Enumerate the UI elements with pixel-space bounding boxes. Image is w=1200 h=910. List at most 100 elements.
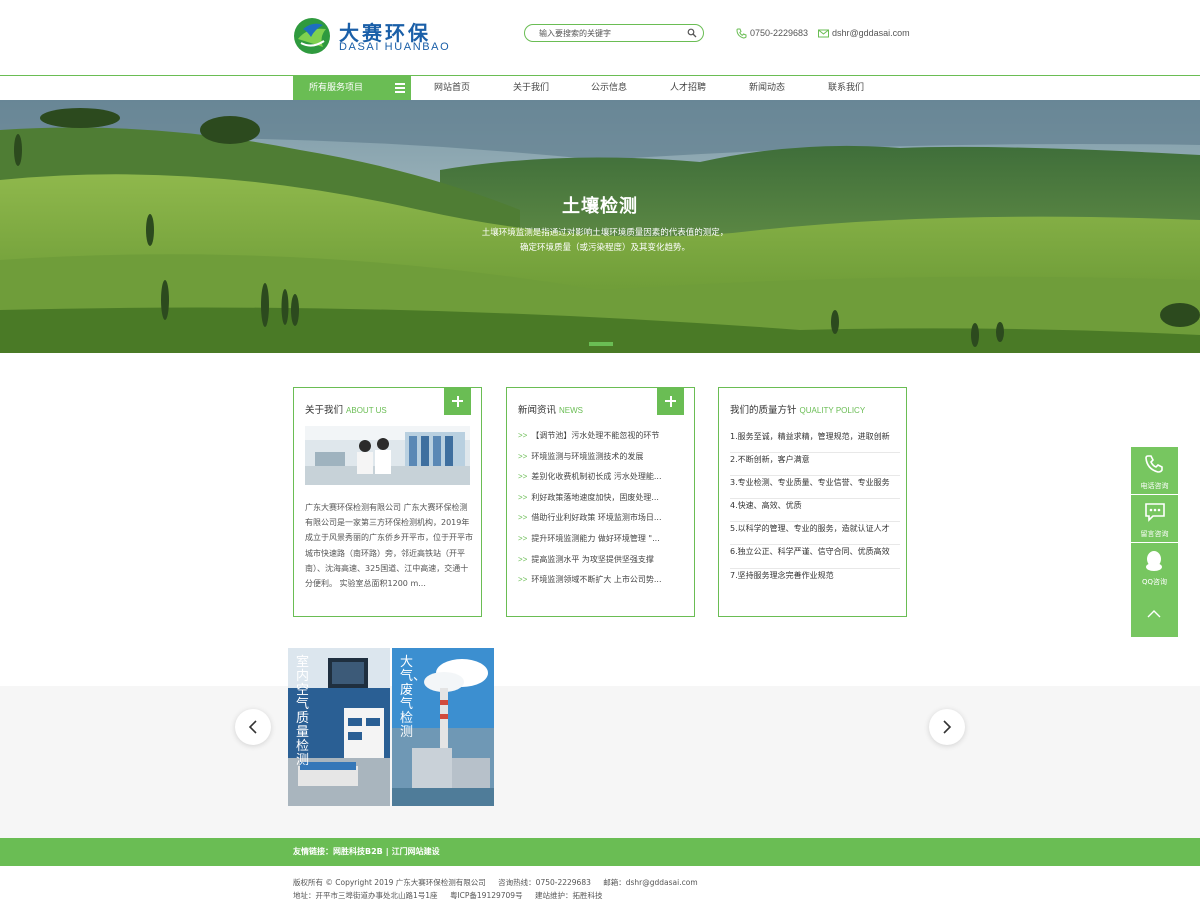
news-item[interactable]: >> 环境监测与环境监测技术的发展 bbox=[518, 451, 688, 472]
news-item[interactable]: >> 提升环境监测能力 做好环境管理 "... bbox=[518, 533, 688, 554]
about-more-button[interactable] bbox=[444, 388, 471, 415]
nav-news[interactable]: 新闻动态 bbox=[749, 76, 785, 100]
carousel-next-button[interactable] bbox=[929, 709, 965, 745]
news-item-text: 利好政策落地速度加快，固废处理... bbox=[531, 492, 659, 502]
news-title-en: NEWS bbox=[559, 406, 584, 415]
news-arrow: >> bbox=[518, 451, 528, 461]
friend-link[interactable]: 网胜科技B2B bbox=[333, 847, 383, 856]
news-item-text: 提高监测水平 为攻坚提供坚强支撑 bbox=[531, 554, 654, 564]
service-tile-air-gas[interactable]: 大气、废气检测 bbox=[392, 648, 494, 806]
side-qq-consult[interactable]: QQ咨询 bbox=[1131, 543, 1178, 590]
policy-item: 3.专业检测、专业质量、专业信誉、专业服务 bbox=[730, 476, 900, 500]
side-message-label: 留言咨询 bbox=[1140, 530, 1169, 538]
banner-pagination-dot[interactable] bbox=[589, 342, 613, 346]
side-phone-consult[interactable]: 电话咨询 bbox=[1131, 447, 1178, 494]
banner-desc-line2: 确定环境质量（或污染程度）及其变化趋势。 bbox=[519, 243, 690, 253]
search-icon[interactable] bbox=[687, 28, 697, 38]
header: 大赛环保 DASAI HUANBAO 0750-2229683 dshr@gdd… bbox=[0, 0, 1200, 76]
news-more-button[interactable] bbox=[657, 388, 684, 415]
footer-row-1: 版权所有 © Copyright 2019 广东大赛环保检测有限公司 咨询热线：… bbox=[293, 876, 913, 889]
news-item-text: 差别化收费机制初长成 污水处理能... bbox=[531, 472, 662, 482]
search-input[interactable] bbox=[539, 26, 679, 40]
back-to-top-button[interactable] bbox=[1131, 590, 1178, 637]
news-arrow: >> bbox=[518, 575, 528, 585]
friend-link[interactable]: 江门网站建设 bbox=[392, 847, 440, 856]
news-item-text: 提升环境监测能力 做好环境管理 "... bbox=[531, 533, 660, 543]
hotline: 咨询热线：0750-2229683 bbox=[498, 878, 591, 887]
policy-item: 4.快速、高效、优质 bbox=[730, 499, 900, 523]
news-arrow: >> bbox=[518, 472, 528, 482]
service-tile-label: 大气、废气检测 bbox=[400, 655, 427, 740]
qq-penguin-icon bbox=[1146, 551, 1162, 571]
news-item-text: 环境监测与环境监测技术的发展 bbox=[531, 451, 644, 461]
news-item[interactable]: >> 差别化收费机制初长成 污水处理能... bbox=[518, 471, 688, 492]
nav-home[interactable]: 网站首页 bbox=[434, 76, 470, 100]
news-item-text: 环境监测领域不断扩大 上市公司势... bbox=[531, 575, 662, 585]
policy-title-cn: 我们的质量方针 bbox=[730, 405, 797, 416]
footer-email: 邮箱：dshr@gddasai.com bbox=[603, 878, 698, 887]
logo-globe-icon bbox=[294, 18, 330, 54]
chat-bubble-icon bbox=[1145, 503, 1165, 522]
chevron-up-icon bbox=[1147, 610, 1161, 618]
banner-description: 土壤环境监测是指通过对影响土壤环境质量因素的代表值的测定， 确定环境质量（或污染… bbox=[470, 226, 740, 256]
chevron-right-icon bbox=[943, 720, 952, 734]
phone-number: 0750-2229683 bbox=[750, 28, 809, 38]
news-card: 新闻资讯 NEWS >> 【调节池】污水处理不能忽视的环节 >> 环境监测与环境监测技… bbox=[506, 387, 695, 617]
policy-item: 1.服务至诚，精益求精，管理规范，进取创新 bbox=[730, 430, 900, 454]
news-arrow: >> bbox=[518, 533, 528, 543]
icp-number[interactable]: 粤ICP备19129709号 bbox=[450, 891, 523, 900]
footer-info: 版权所有 © Copyright 2019 广东大赛环保检测有限公司 咨询热线：… bbox=[293, 876, 913, 902]
nav-jobs[interactable]: 人才招聘 bbox=[670, 76, 706, 100]
main-nav: 所有服务项目 网站首页 关于我们 公示信息 人才招聘 新闻动态 联系我们 bbox=[0, 75, 1200, 100]
side-message-consult[interactable]: 留言咨询 bbox=[1131, 495, 1178, 542]
nav-contact[interactable]: 联系我们 bbox=[828, 76, 864, 100]
search-box bbox=[524, 24, 704, 42]
news-arrow: >> bbox=[518, 492, 528, 502]
news-item[interactable]: >> 【调节池】污水处理不能忽视的环节 bbox=[518, 430, 688, 451]
all-services-menu[interactable]: 所有服务项目 bbox=[293, 76, 411, 100]
logo[interactable]: 大赛环保 DASAI HUANBAO bbox=[293, 17, 453, 59]
about-title-cn: 关于我们 bbox=[305, 405, 344, 416]
address: 地址：开平市三埠街道办事处北山路1号1座 bbox=[293, 891, 438, 900]
side-qq-label: QQ咨询 bbox=[1141, 578, 1168, 586]
policy-item: 2.不断创新，客户满意 bbox=[730, 453, 900, 477]
about-title-en: ABOUT US bbox=[346, 406, 387, 415]
friend-links: 友情链接：网胜科技B2B | 江门网站建设 bbox=[293, 838, 440, 866]
carousel-prev-button[interactable] bbox=[235, 709, 271, 745]
hero-banner[interactable]: 土壤检测 土壤环境监测是指通过对影响土壤环境质量因素的代表值的测定， 确定环境质… bbox=[0, 100, 1200, 353]
footer-row-2: 地址：开平市三埠街道办事处北山路1号1座 粤ICP备19129709号 建站维护… bbox=[293, 889, 913, 902]
about-title: 关于我们 ABOUT US bbox=[305, 402, 387, 416]
friend-links-bar: 友情链接：网胜科技B2B | 江门网站建设 bbox=[0, 838, 1200, 866]
news-arrow: >> bbox=[518, 431, 528, 440]
header-email: dshr@gddasai.com bbox=[818, 28, 918, 40]
nav-about[interactable]: 关于我们 bbox=[513, 76, 549, 100]
copyright: 版权所有 © Copyright 2019 广东大赛环保检测有限公司 bbox=[293, 878, 486, 887]
news-item[interactable]: >> 借助行业利好政策 环境监测市场日... bbox=[518, 512, 688, 533]
policy-card: 我们的质量方针 QUALITY POLICY 1.服务至诚，精益求精，管理规范，进… bbox=[718, 387, 907, 617]
service-tile-label: 室内空气质量检测 bbox=[296, 655, 310, 768]
all-services-label: 所有服务项目 bbox=[309, 83, 364, 93]
chevron-left-icon bbox=[248, 720, 257, 734]
side-phone-label: 电话咨询 bbox=[1140, 482, 1169, 490]
about-text: 广东大赛环保检测有限公司 广东大赛环保检测有限公司是一家第三方环保检测机构，20… bbox=[305, 503, 473, 589]
policy-list: 1.服务至诚，精益求精，管理规范，进取创新 2.不断创新，客户满意 3.专业检测… bbox=[730, 430, 900, 592]
news-list: >> 【调节池】污水处理不能忽视的环节 >> 环境监测与环境监测技术的发展 >> 差别… bbox=[518, 430, 688, 595]
policy-title-en: QUALITY POLICY bbox=[799, 406, 866, 415]
menu-icon bbox=[395, 83, 405, 93]
logo-text-en: DASAI HUANBAO bbox=[339, 41, 451, 53]
email-address: dshr@gddasai.com bbox=[832, 28, 910, 38]
nav-notice[interactable]: 公示信息 bbox=[591, 76, 627, 100]
news-item-text: 借助行业利好政策 环境监测市场日... bbox=[531, 513, 662, 523]
side-float-bar: 电话咨询 留言咨询 QQ咨询 bbox=[1131, 447, 1178, 637]
news-item[interactable]: >> 环境监测领域不断扩大 上市公司势... bbox=[518, 574, 688, 595]
news-item[interactable]: >> 提高监测水平 为攻坚提供坚强支撑 bbox=[518, 554, 688, 575]
banner-title: 土壤检测 bbox=[562, 196, 638, 217]
news-title: 新闻资讯 NEWS bbox=[518, 402, 583, 416]
services-band bbox=[0, 686, 1200, 838]
news-item[interactable]: >> 利好政策落地速度加快，固废处理... bbox=[518, 492, 688, 513]
news-title-cn: 新闻资讯 bbox=[518, 405, 557, 416]
about-card: 关于我们 ABOUT US 广东大赛环保检测有限公司 广东大赛环保检测有限公司是一… bbox=[293, 387, 482, 617]
site-builder: 建站维护：拓胜科技 bbox=[534, 891, 603, 900]
policy-item: 5.以科学的管理、专业的服务，造就认证人才 bbox=[730, 522, 900, 546]
service-tile-indoor-air[interactable]: 室内空气质量检测 bbox=[288, 648, 390, 806]
